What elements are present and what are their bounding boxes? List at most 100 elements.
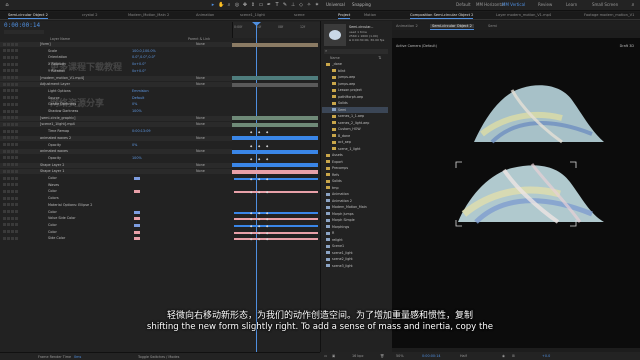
layer-label[interactable]: Shadow Darkness — [48, 109, 78, 114]
layer-switches[interactable] — [2, 129, 30, 133]
parent-select[interactable]: None — [196, 169, 205, 174]
parent-select[interactable]: None — [196, 82, 205, 87]
layer-label[interactable]: Material Options: Ellipse 2 — [48, 203, 92, 208]
keyframe[interactable]: ◆ — [258, 237, 260, 241]
timeline-lane[interactable] — [232, 42, 320, 47]
layer-label[interactable]: Colors — [48, 196, 59, 201]
keyframe[interactable]: ◆ — [258, 130, 260, 134]
project-comp[interactable]: scene3_light — [322, 263, 353, 270]
project-search-input[interactable]: ⌕ — [324, 48, 388, 54]
layer-switches[interactable] — [2, 176, 30, 180]
workspace-learn[interactable]: Learn — [566, 2, 577, 7]
timeline-lane[interactable]: ◆ ◆ ◆ — [232, 156, 320, 161]
layer-switches[interactable] — [2, 42, 30, 46]
layer-switches[interactable] — [2, 143, 30, 147]
workspace-mm-vertical[interactable]: MM Vertical — [502, 2, 525, 7]
layer-duration-bar[interactable] — [232, 122, 318, 127]
keyframe[interactable]: ◆ — [258, 144, 260, 148]
layer-switches[interactable] — [2, 55, 30, 59]
home-icon[interactable]: ⌂ — [4, 2, 10, 8]
layer-switches[interactable] — [2, 183, 30, 187]
stamp-tool-icon[interactable]: ⊥ — [290, 2, 296, 8]
quality-select[interactable]: Half — [460, 354, 467, 358]
layer-row[interactable]: Gentle Darkness 0% — [0, 102, 232, 107]
layer-duration-bar[interactable] — [232, 76, 318, 80]
timeline-lane[interactable] — [232, 55, 320, 60]
parent-select[interactable]: None — [196, 163, 205, 168]
layer-label[interactable]: Color — [48, 223, 57, 228]
bpc-label[interactable]: 16 bpc — [352, 354, 364, 358]
property-value[interactable]: Emmision — [132, 89, 149, 94]
lower-wave-shape[interactable] — [458, 163, 604, 224]
layer-label[interactable]: [semi-circle_graphic] — [40, 116, 75, 121]
layer-row[interactable]: Waves — [0, 183, 232, 188]
property-value[interactable]: 0x+0.0° — [132, 69, 146, 74]
search-icon[interactable]: ⌕ — [630, 2, 636, 8]
keyframe[interactable]: ◆ — [250, 224, 252, 228]
timeline-lane[interactable] — [232, 196, 320, 201]
workspace-mm-horizontal[interactable]: MM Horizontal — [476, 2, 505, 7]
keyframe[interactable]: ◆ — [250, 130, 252, 134]
layer-switches[interactable] — [2, 223, 30, 227]
layer-label[interactable]: Color — [48, 189, 57, 194]
property-value[interactable]: 100.0,100.0% — [132, 49, 156, 54]
sort-icon[interactable]: ⇅ — [378, 55, 381, 60]
layer-switches[interactable] — [2, 69, 30, 73]
color-swatch[interactable] — [134, 237, 140, 241]
layer-row[interactable]: [modern_motion_V1.mp4] None — [0, 75, 232, 81]
layer-label[interactable]: Light Options — [48, 89, 71, 94]
layer-row[interactable]: Color — [0, 176, 232, 181]
color-swatch[interactable] — [134, 217, 140, 221]
layer-label[interactable]: Time Remap — [48, 129, 69, 134]
keyframe[interactable]: ◆ — [258, 190, 260, 194]
exposure-value[interactable]: +0.0 — [542, 354, 550, 358]
layer-switches[interactable] — [2, 156, 30, 160]
timeline-lane[interactable] — [232, 49, 320, 54]
layer-duration-bar[interactable] — [232, 136, 318, 141]
keyframe[interactable]: ◆ — [250, 231, 252, 235]
tab-footage[interactable]: Footage modern_motion_V1 — [584, 13, 634, 17]
keyframe[interactable]: ◆ — [258, 211, 260, 215]
layer-label[interactable]: Color — [48, 210, 57, 215]
keyframe[interactable]: ◆ — [258, 177, 260, 181]
layer-row[interactable]: Adjustment Layer None — [0, 82, 232, 88]
keyframe[interactable]: ◆ — [266, 217, 268, 221]
keyframe[interactable]: ◆ — [258, 157, 260, 161]
brush-tool-icon[interactable]: ✎ — [282, 2, 288, 8]
layer-switches[interactable] — [2, 49, 30, 53]
layer-label[interactable]: Side Color — [48, 236, 65, 241]
layer-switches[interactable] — [2, 89, 30, 93]
timeline-lane[interactable] — [232, 136, 320, 141]
timeline-lane[interactable] — [232, 69, 320, 74]
timeline-lane[interactable] — [232, 203, 320, 208]
keyframe[interactable]: ◆ — [266, 157, 268, 161]
parent-link-header[interactable]: Parent & Link — [188, 37, 210, 41]
timeline-lane[interactable] — [232, 76, 320, 81]
layer-row[interactable]: [scene1_1light].mp4 None — [0, 122, 232, 128]
layer-row[interactable]: Color — [0, 223, 232, 228]
subtab-semi[interactable]: Semi — [488, 24, 497, 28]
timeline-lane[interactable] — [232, 109, 320, 114]
tab-animation[interactable]: Animation — [196, 13, 214, 17]
property-value[interactable]: 0x+0.0° — [132, 62, 146, 67]
type-tool-icon[interactable]: T — [274, 2, 280, 8]
property-value[interactable]: 0.0°,0.0°,0.0° — [132, 55, 155, 60]
camera-icon[interactable]: ◉ — [502, 354, 505, 358]
layer-row[interactable]: Source Default — [0, 96, 232, 101]
timeline-lane[interactable] — [232, 149, 320, 154]
keyframe[interactable]: ◆ — [266, 144, 268, 148]
parent-select[interactable]: None — [196, 122, 205, 127]
orbit-tool-icon[interactable]: ◎ — [234, 2, 240, 8]
color-swatch[interactable] — [134, 230, 140, 234]
grid-icon[interactable]: ⊞ — [512, 354, 515, 358]
timeline-lane[interactable] — [232, 82, 320, 87]
layer-row[interactable]: Shape Layer 2 None — [0, 162, 232, 168]
layer-row[interactable]: Opacity 100% — [0, 156, 232, 161]
workspace-default[interactable]: Default — [456, 2, 471, 7]
timeline-lane[interactable]: ◆ ◆ ◆ — [232, 189, 320, 194]
timeline-lane[interactable] — [232, 96, 320, 101]
layer-label[interactable]: Color — [48, 230, 57, 235]
layer-row[interactable]: Color — [0, 189, 232, 194]
keyframe[interactable]: ◆ — [266, 237, 268, 241]
timeline-lane[interactable]: ◆ ◆ ◆ — [232, 230, 320, 235]
